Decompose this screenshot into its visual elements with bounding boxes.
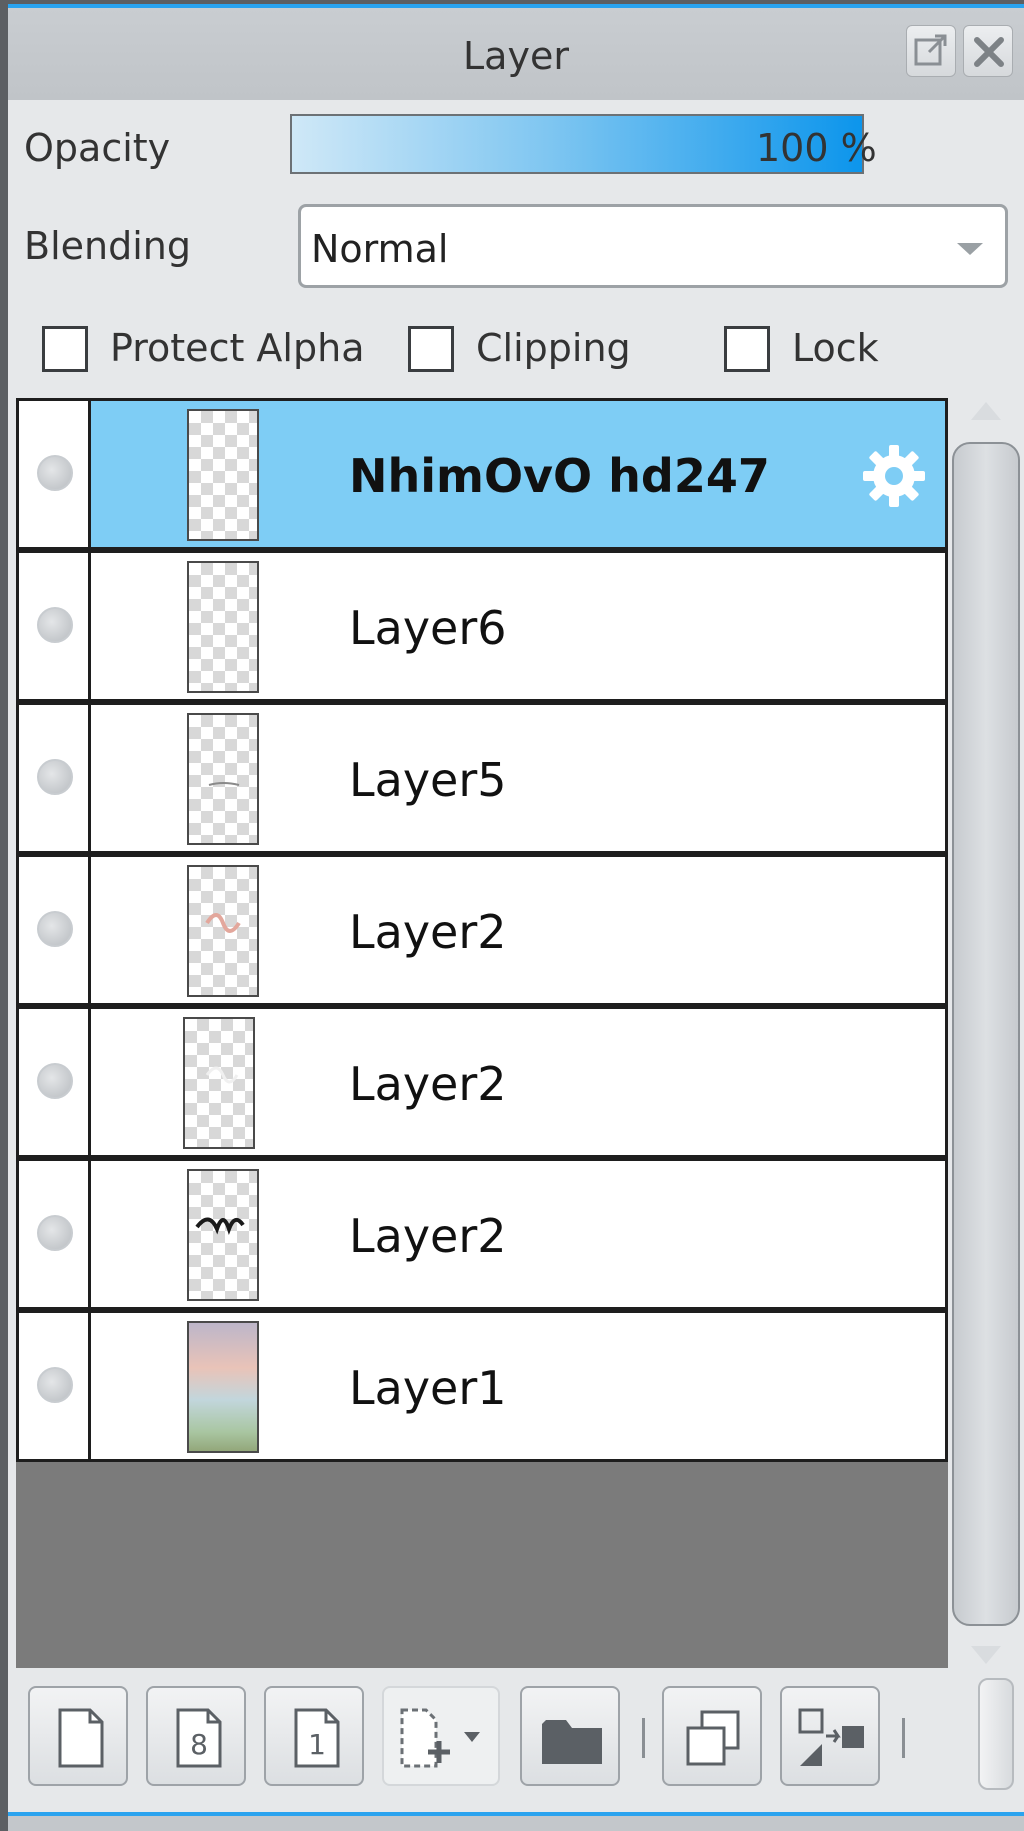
visibility-toggle-icon[interactable] — [37, 911, 73, 947]
layer-name: Layer6 — [349, 601, 507, 655]
thumbnail-stroke — [208, 782, 240, 786]
visibility-toggle-icon[interactable] — [37, 607, 73, 643]
layer-list-scrollbar[interactable] — [950, 402, 1022, 1668]
layer-thumbnail — [187, 561, 259, 693]
layer-row[interactable]: Layer5 — [16, 702, 948, 854]
blending-label: Blending — [24, 224, 191, 268]
thumbnail-stroke — [195, 1217, 245, 1235]
new-folder-button[interactable] — [520, 1686, 620, 1786]
close-icon — [974, 37, 1004, 67]
layer-name: NhimOvO hd247 — [349, 449, 770, 503]
visibility-toggle-icon[interactable] — [37, 1367, 73, 1403]
duplicate-layer-icon — [686, 1710, 740, 1766]
scrollbar-thumb[interactable] — [952, 442, 1020, 1626]
blending-value: Normal — [311, 227, 449, 271]
scroll-up-icon[interactable] — [971, 402, 1001, 420]
duplicate-layer-button[interactable] — [662, 1686, 762, 1786]
thumbnail-stroke — [205, 913, 241, 933]
chevron-down-icon — [957, 243, 983, 255]
layer-row[interactable]: Layer6 — [16, 550, 948, 702]
blending-select[interactable]: Normal — [298, 204, 1008, 288]
gear-icon[interactable] — [859, 441, 929, 511]
visibility-toggle-icon[interactable] — [37, 455, 73, 491]
visibility-toggle-icon[interactable] — [37, 759, 73, 795]
layer-toolbar: 8 1 — [8, 1670, 1024, 1816]
layer-thumbnail — [187, 409, 259, 541]
layer-row[interactable]: Layer2 — [16, 1006, 948, 1158]
layer-row[interactable]: Layer1 — [16, 1310, 948, 1462]
lock-checkbox[interactable] — [724, 326, 770, 372]
layer-name: Layer1 — [349, 1361, 507, 1415]
layer-name: Layer2 — [349, 1209, 507, 1263]
add-layer-menu-icon — [400, 1708, 480, 1768]
opacity-label: Opacity — [24, 126, 171, 170]
layer-panel: Layer Opacity 100 % Blending Normal Prot… — [8, 4, 1024, 1816]
clipping-checkbox[interactable] — [408, 326, 454, 372]
toolbar-separator — [902, 1718, 905, 1758]
merge-down-icon — [798, 1708, 864, 1766]
new-layer-button[interactable] — [28, 1686, 128, 1786]
layer-list[interactable]: NhimOvO hd247 Layer6 Layer5 Layer2 Layer… — [16, 398, 948, 1668]
toolbar-scroll-handle[interactable] — [978, 1678, 1014, 1790]
layer-name: Layer5 — [349, 753, 507, 807]
clipping-label: Clipping — [476, 326, 631, 370]
panel-title: Layer — [463, 34, 569, 78]
new-folder-icon — [542, 1720, 602, 1764]
layer-bit-depth-glyph: 8 — [190, 1728, 208, 1761]
scroll-down-icon[interactable] — [971, 1646, 1001, 1664]
next-panel-edge — [8, 1812, 1024, 1831]
visibility-toggle-icon[interactable] — [37, 1063, 73, 1099]
layer-thumbnail — [187, 865, 259, 997]
thumbnail-stroke — [205, 1066, 239, 1084]
close-panel-button[interactable] — [963, 25, 1013, 77]
visibility-toggle-icon[interactable] — [37, 1215, 73, 1251]
protect-alpha-checkbox[interactable] — [42, 326, 88, 372]
new-1bit-layer-button[interactable]: 1 — [264, 1686, 364, 1786]
visibility-cell[interactable] — [19, 857, 91, 1003]
opacity-value: 100 % — [756, 126, 877, 170]
lock-label: Lock — [792, 326, 879, 370]
layer-thumbnail — [187, 713, 259, 845]
layer-thumbnail — [183, 1017, 255, 1149]
merge-down-button[interactable] — [780, 1686, 880, 1786]
toolbar-separator — [642, 1718, 645, 1758]
visibility-cell[interactable] — [19, 1313, 91, 1459]
visibility-cell[interactable] — [19, 553, 91, 699]
visibility-cell[interactable] — [19, 1009, 91, 1155]
layer-name: Layer2 — [349, 905, 507, 959]
new-layer-icon — [58, 1708, 104, 1768]
layer-thumbnail — [187, 1169, 259, 1301]
panel-titlebar[interactable]: Layer — [8, 8, 1024, 100]
visibility-cell[interactable] — [19, 705, 91, 851]
visibility-cell[interactable] — [19, 401, 91, 547]
visibility-cell[interactable] — [19, 1161, 91, 1307]
layer-thumbnail — [187, 1321, 259, 1453]
layer-row[interactable]: Layer2 — [16, 1158, 948, 1310]
new-8bit-layer-icon: 8 — [176, 1708, 222, 1768]
protect-alpha-label: Protect Alpha — [110, 326, 365, 370]
float-window-icon — [914, 34, 947, 66]
layer-name: Layer2 — [349, 1057, 507, 1111]
float-window-button[interactable] — [906, 25, 956, 77]
layer-bit-depth-glyph: 1 — [308, 1728, 326, 1761]
layer-row[interactable]: NhimOvO hd247 — [16, 398, 948, 550]
new-1bit-layer-icon: 1 — [294, 1708, 340, 1768]
layer-row[interactable]: Layer2 — [16, 854, 948, 1006]
new-8bit-layer-button[interactable]: 8 — [146, 1686, 246, 1786]
add-layer-menu-button[interactable] — [382, 1686, 500, 1786]
